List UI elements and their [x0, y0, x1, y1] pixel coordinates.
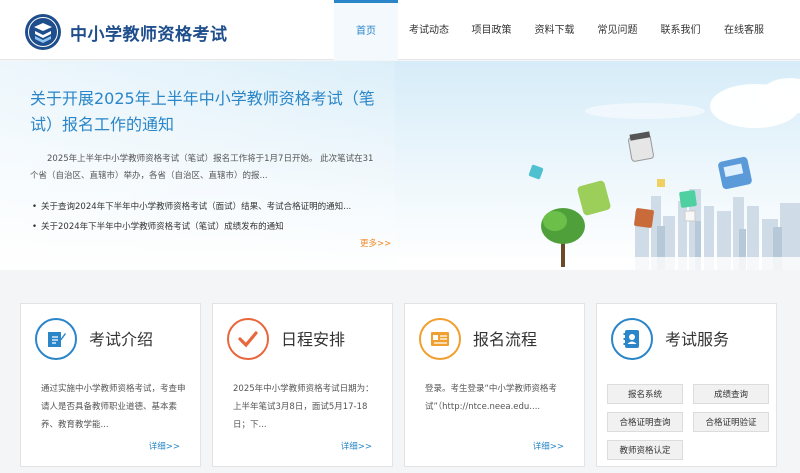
main-nav: 首页 考试动态 项目政策 资料下载 常见问题 联系我们 在线客服 [334, 0, 776, 60]
news-item[interactable]: 关于查询2024年下半年中小学教师资格考试（面试）结果、考试合格证明的通知... [32, 197, 382, 217]
nav-item-faq[interactable]: 常见问题 [586, 0, 649, 60]
card-title: 日程安排 [281, 330, 346, 349]
card-more-link[interactable]: 详细>> [533, 440, 564, 452]
service-button-score-query[interactable]: 成绩查询 [693, 384, 769, 404]
service-button-teacher-certification[interactable]: 教师资格认定 [607, 440, 683, 460]
card-more-link[interactable]: 详细>> [149, 440, 180, 452]
nav-item-policy[interactable]: 项目政策 [460, 0, 523, 60]
headline-link[interactable]: 关于开展2025年上半年中小学教师资格考试（笔试）报名工作的通知 [30, 86, 380, 138]
edit-document-icon [35, 318, 77, 360]
card-description: 通过实施中小学教师资格考试，考查申请人是否具备教师职业道德、基本素养、教育教学能… [41, 384, 186, 430]
more-news-link[interactable]: 更多>> [360, 237, 391, 249]
checkmark-icon [227, 318, 269, 360]
nav-item-online-service[interactable]: 在线客服 [712, 0, 776, 60]
contact-card-icon [611, 318, 653, 360]
card-description: 登录。考生登录“中小学教师资格考试”（http://ntce.neea.edu.… [425, 384, 557, 412]
card-title: 考试服务 [665, 330, 730, 349]
nav-item-home[interactable]: 首页 [334, 0, 398, 60]
banner-illustration [395, 78, 800, 270]
card-exam-services: 考试服务 报名系统 成绩查询 合格证明查询 合格证明验证 教师资格认定 [596, 303, 777, 467]
card-exam-intro: 考试介绍 通过实施中小学教师资格考试，考查申请人是否具备教师职业道德、基本素养、… [20, 303, 201, 467]
registration-form-icon [419, 318, 461, 360]
logo-icon[interactable] [24, 13, 62, 51]
card-title: 考试介绍 [89, 330, 154, 349]
hero-banner: 关于开展2025年上半年中小学教师资格考试（笔试）报名工作的通知 2025年上半… [0, 61, 800, 270]
nav-item-exam-news[interactable]: 考试动态 [398, 0, 460, 60]
card-more-link[interactable]: 详细>> [341, 440, 372, 452]
card-title: 报名流程 [473, 330, 538, 349]
news-item[interactable]: 关于2024年下半年中小学教师资格考试（笔试）成绩发布的通知 [32, 217, 382, 237]
service-button-certificate-query[interactable]: 合格证明查询 [607, 412, 683, 432]
news-list: 关于查询2024年下半年中小学教师资格考试（面试）结果、考试合格证明的通知...… [32, 197, 382, 237]
card-schedule: 日程安排 2025年中小学教师资格考试日期为：上半年笔试3月8日，面试5月17-… [212, 303, 393, 467]
site-header: 中小学教师资格考试 首页 考试动态 项目政策 资料下载 常见问题 联系我们 在线… [0, 0, 800, 60]
card-description: 2025年中小学教师资格考试日期为：上半年笔试3月8日，面试5月17-18日；下… [233, 384, 374, 430]
service-button-certificate-verify[interactable]: 合格证明验证 [693, 412, 769, 432]
headline-summary: 2025年上半年中小学教师资格考试（笔试）报名工作将于1月7日开始。 此次笔试在… [30, 154, 374, 181]
card-registration-process: 报名流程 登录。考生登录“中小学教师资格考试”（http://ntce.neea… [404, 303, 585, 467]
nav-item-downloads[interactable]: 资料下载 [523, 0, 586, 60]
nav-item-contact[interactable]: 联系我们 [649, 0, 712, 60]
service-button-registration-system[interactable]: 报名系统 [607, 384, 683, 404]
site-title: 中小学教师资格考试 [70, 25, 228, 45]
